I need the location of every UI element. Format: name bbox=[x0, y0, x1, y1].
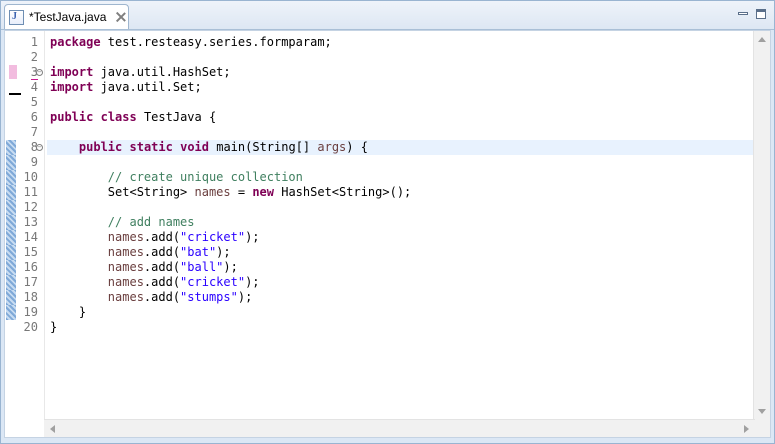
line-number: 19 bbox=[5, 305, 44, 320]
editor-window: J *TestJava.java 1 2 3− 4 5 6 7 8− 9 10 … bbox=[0, 0, 775, 444]
change-marker bbox=[6, 215, 16, 230]
line-number: 4 bbox=[5, 80, 44, 95]
line-number: 20 bbox=[23, 320, 38, 334]
change-marker bbox=[6, 275, 16, 290]
code-line: // create unique collection bbox=[107, 170, 303, 184]
change-marker bbox=[6, 305, 16, 320]
minimize-icon[interactable] bbox=[738, 9, 748, 19]
line-number: 3− bbox=[5, 65, 44, 80]
line-number: 6 bbox=[30, 110, 38, 124]
line-number: 10 bbox=[5, 170, 44, 185]
code-line: } bbox=[78, 305, 87, 319]
fold-toggle-icon[interactable]: − bbox=[36, 144, 43, 151]
change-marker bbox=[6, 200, 16, 215]
code-line: names.add("cricket"); bbox=[107, 230, 260, 244]
change-marker bbox=[6, 170, 16, 185]
change-marker bbox=[6, 260, 16, 275]
change-marker bbox=[6, 140, 16, 155]
change-marker bbox=[6, 290, 16, 305]
code-line: } bbox=[50, 320, 58, 334]
change-marker bbox=[6, 185, 16, 200]
line-number: 16 bbox=[5, 260, 44, 275]
line-number: 8− bbox=[5, 140, 44, 155]
line-number-gutter: 1 2 3− 4 5 6 7 8− 9 10 11 12 13 14 15 16… bbox=[5, 31, 45, 420]
change-marker bbox=[6, 155, 16, 170]
maximize-icon[interactable] bbox=[756, 9, 766, 19]
line-number: 12 bbox=[5, 200, 44, 215]
java-file-icon: J bbox=[9, 9, 24, 25]
line-number: 1 bbox=[30, 35, 38, 49]
change-marker bbox=[6, 245, 16, 260]
fold-toggle-icon[interactable]: − bbox=[36, 69, 43, 76]
line-number: 17 bbox=[5, 275, 44, 290]
code-line: names.add("stumps"); bbox=[107, 290, 253, 304]
line-number: 14 bbox=[5, 230, 44, 245]
scroll-left-icon[interactable] bbox=[50, 425, 55, 433]
line-number: 9 bbox=[5, 155, 44, 170]
code-line: package test.resteasy.series.formparam; bbox=[50, 35, 332, 49]
code-line: names.add("ball"); bbox=[107, 260, 238, 274]
scrollbar-corner bbox=[754, 420, 770, 437]
tab-bar: J *TestJava.java bbox=[1, 1, 774, 30]
close-icon[interactable] bbox=[116, 12, 126, 22]
scroll-down-icon[interactable] bbox=[758, 409, 766, 414]
code-area[interactable]: package test.resteasy.series.formparam; … bbox=[47, 35, 754, 335]
line-number: 13 bbox=[5, 215, 44, 230]
code-line: import java.util.HashSet; bbox=[50, 65, 231, 79]
line-number: 7 bbox=[30, 125, 38, 139]
code-line: public class TestJava { bbox=[50, 110, 217, 124]
code-line: names.add("cricket"); bbox=[107, 275, 260, 289]
code-line: // add names bbox=[107, 215, 195, 229]
tab-title: *TestJava.java bbox=[29, 10, 107, 24]
code-line-current: public static void main(String[] args) { bbox=[47, 140, 754, 155]
scroll-up-icon[interactable] bbox=[758, 37, 766, 42]
code-line: names.add("bat"); bbox=[107, 245, 231, 259]
horizontal-scrollbar[interactable] bbox=[44, 419, 755, 437]
tab-testjava[interactable]: J *TestJava.java bbox=[4, 4, 129, 29]
vertical-scrollbar[interactable] bbox=[753, 31, 770, 420]
window-controls bbox=[738, 9, 766, 19]
code-line: Set<String> names = new HashSet<String>(… bbox=[107, 185, 412, 199]
code-editor[interactable]: 1 2 3− 4 5 6 7 8− 9 10 11 12 13 14 15 16… bbox=[4, 30, 771, 438]
line-number: 11 bbox=[5, 185, 44, 200]
code-line: import java.util.Set; bbox=[50, 80, 202, 94]
line-number: 18 bbox=[5, 290, 44, 305]
line-number: 5 bbox=[30, 95, 38, 109]
line-number: 15 bbox=[5, 245, 44, 260]
scroll-right-icon[interactable] bbox=[744, 425, 749, 433]
change-marker bbox=[6, 230, 16, 245]
line-number: 2 bbox=[30, 50, 38, 64]
